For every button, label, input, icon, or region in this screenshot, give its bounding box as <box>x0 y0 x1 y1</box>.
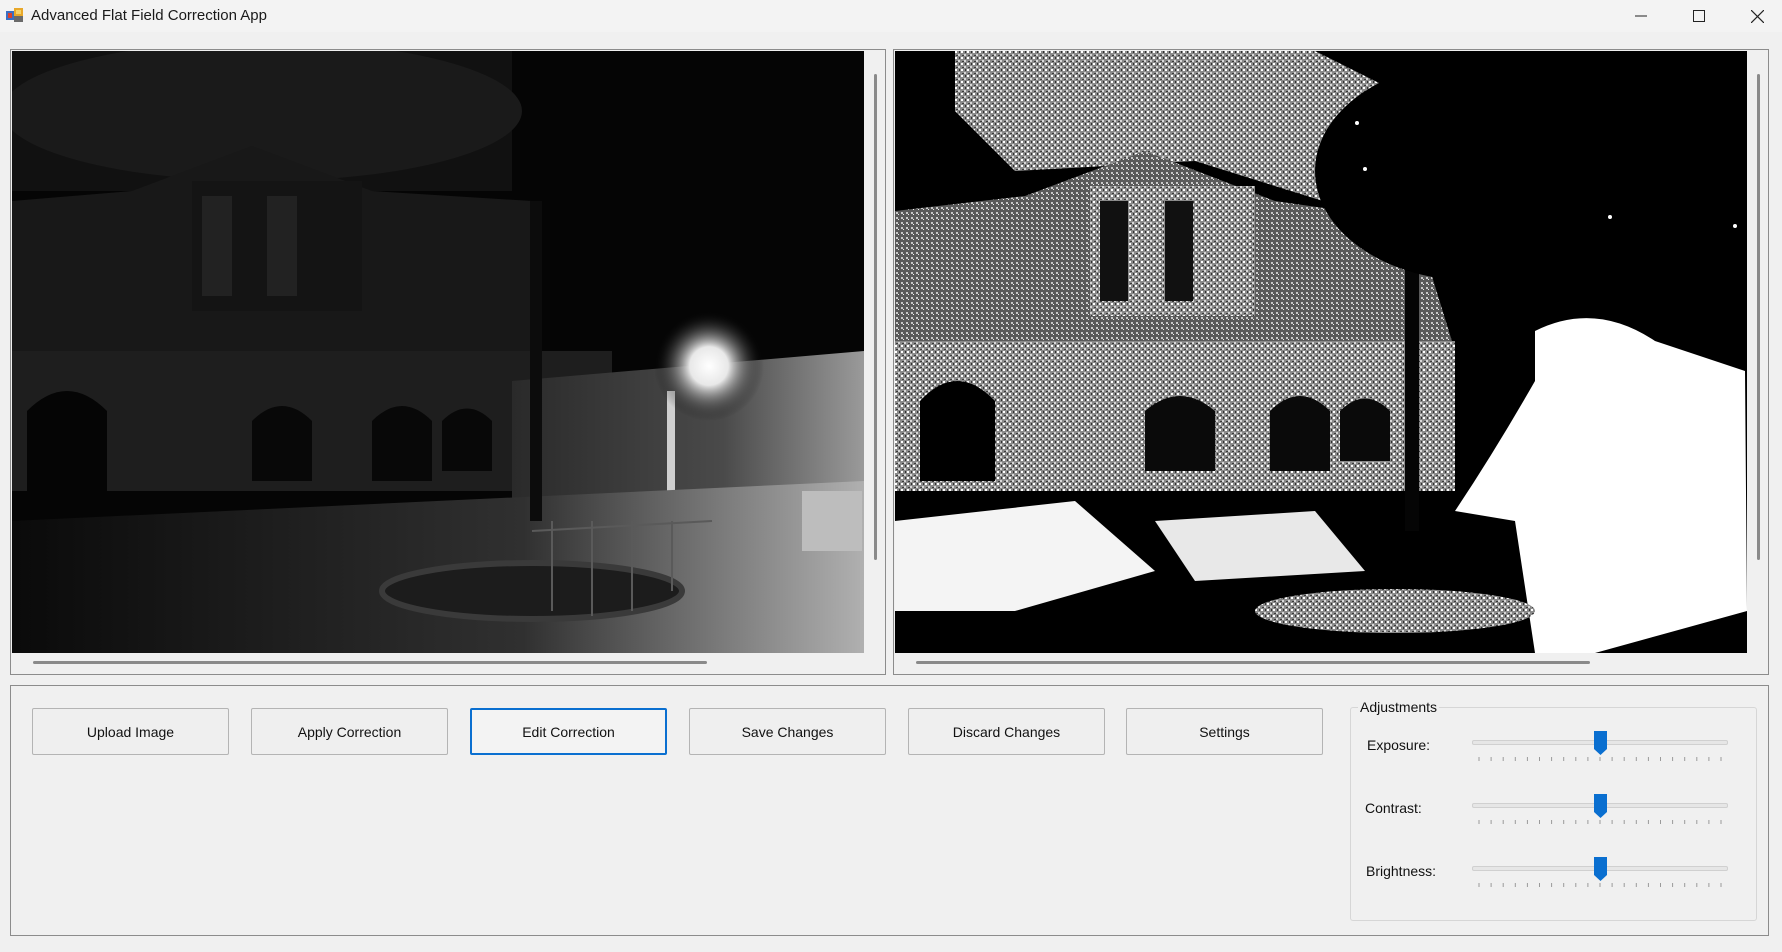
contrast-label: Contrast: <box>1365 800 1422 816</box>
maximize-button[interactable] <box>1670 0 1728 32</box>
settings-button[interactable]: Settings <box>1126 708 1323 755</box>
slider-ticks <box>1478 883 1722 887</box>
brightness-slider[interactable] <box>1472 851 1732 891</box>
original-image-panel <box>10 49 886 675</box>
corrected-image-panel <box>893 49 1769 675</box>
corrected-horizontal-scrollbar[interactable] <box>916 661 1590 664</box>
controls-group: Upload Image Apply Correction Edit Corre… <box>10 685 1769 936</box>
original-image <box>12 51 864 653</box>
edit-correction-button[interactable]: Edit Correction <box>470 708 667 755</box>
window-title: Advanced Flat Field Correction App <box>31 7 267 24</box>
contrast-slider[interactable] <box>1472 788 1732 828</box>
corrected-image <box>895 51 1747 653</box>
upload-image-button[interactable]: Upload Image <box>32 708 229 755</box>
brightness-label: Brightness: <box>1366 863 1437 879</box>
close-icon <box>1750 9 1764 23</box>
original-vertical-scrollbar[interactable] <box>874 74 877 560</box>
exposure-slider[interactable] <box>1472 725 1732 765</box>
minimize-button[interactable] <box>1612 0 1670 32</box>
save-changes-button[interactable]: Save Changes <box>689 708 886 755</box>
title-bar: Advanced Flat Field Correction App <box>0 0 1782 32</box>
minimize-icon <box>1635 15 1647 17</box>
slider-ticks <box>1478 757 1722 761</box>
discard-changes-button[interactable]: Discard Changes <box>908 708 1105 755</box>
close-button[interactable] <box>1728 0 1782 32</box>
slider-thumb[interactable] <box>1593 793 1608 819</box>
apply-correction-button[interactable]: Apply Correction <box>251 708 448 755</box>
adjustments-title: Adjustments <box>1358 699 1440 715</box>
maximize-icon <box>1693 10 1705 22</box>
slider-ticks <box>1478 820 1722 824</box>
original-horizontal-scrollbar[interactable] <box>33 661 707 664</box>
corrected-vertical-scrollbar[interactable] <box>1757 74 1760 560</box>
slider-thumb[interactable] <box>1593 730 1608 756</box>
slider-thumb[interactable] <box>1593 856 1608 882</box>
app-icon <box>6 7 24 23</box>
exposure-label: Exposure: <box>1367 737 1431 753</box>
